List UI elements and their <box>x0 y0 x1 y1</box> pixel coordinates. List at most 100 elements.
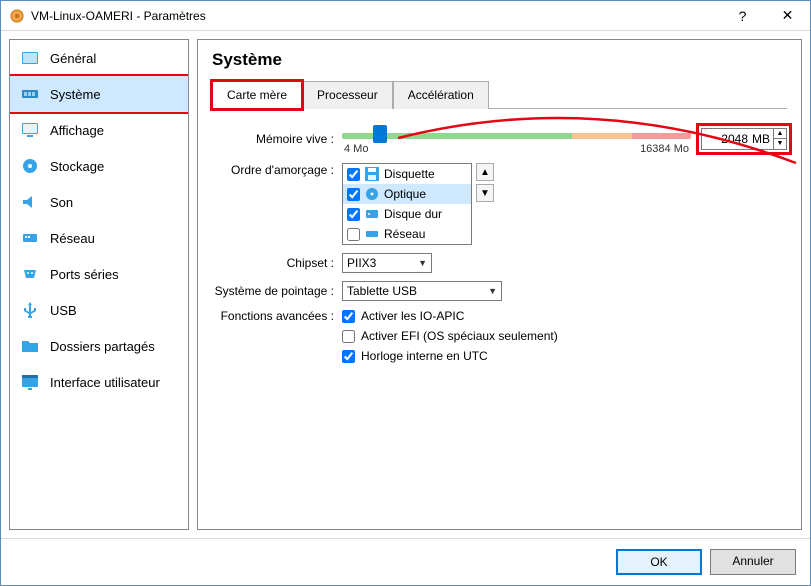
chevron-down-icon: ▼ <box>418 258 427 268</box>
boot-optical-checkbox[interactable] <box>347 188 360 201</box>
sidebar-item-audio[interactable]: Son <box>10 184 188 220</box>
network-small-icon <box>364 226 380 242</box>
boot-order-row: Ordre d'amorçage : Disquette Optique <box>212 163 787 245</box>
adv-efi-label: Activer EFI (OS spéciaux seulement) <box>361 329 558 343</box>
window-body: Général Système Affichage Stockage Son R <box>1 31 810 538</box>
sidebar-item-network[interactable]: Réseau <box>10 220 188 256</box>
titlebar: VM-Linux-OAMERI - Paramètres ? ✕ <box>1 1 810 31</box>
adv-ioapic-checkbox[interactable] <box>342 310 355 323</box>
boot-item-floppy[interactable]: Disquette <box>343 164 471 184</box>
sidebar-item-system[interactable]: Système <box>9 74 189 114</box>
advanced-row: Fonctions avancées : Activer les IO-APIC… <box>212 309 787 369</box>
boot-network-checkbox[interactable] <box>347 228 360 241</box>
boot-item-hdd[interactable]: Disque dur <box>343 204 471 224</box>
boot-item-label: Optique <box>384 187 426 201</box>
boot-move-down-button[interactable]: ▼ <box>476 184 494 202</box>
sidebar-item-usb[interactable]: USB <box>10 292 188 328</box>
dialog-footer: OK Annuler <box>1 538 810 585</box>
chipset-label: Chipset : <box>212 256 342 270</box>
chevron-down-icon: ▼ <box>488 286 497 296</box>
memory-max: 16384 Mo <box>640 143 689 155</box>
boot-item-optical[interactable]: Optique <box>343 184 471 204</box>
sidebar-item-general[interactable]: Général <box>10 40 188 76</box>
spin-down-button[interactable]: ▼ <box>774 139 786 149</box>
sidebar-item-storage[interactable]: Stockage <box>10 148 188 184</box>
app-icon <box>9 8 25 24</box>
sidebar-item-label: Son <box>50 195 73 210</box>
usb-icon <box>20 300 40 320</box>
tabs: Carte mère Processeur Accélération <box>212 80 787 109</box>
general-icon <box>20 48 40 68</box>
tab-acceleration[interactable]: Accélération <box>393 81 489 109</box>
memory-label: Mémoire vive : <box>212 132 342 146</box>
ok-button[interactable]: OK <box>616 549 702 575</box>
boot-item-label: Réseau <box>384 227 425 241</box>
tab-processor[interactable]: Processeur <box>302 81 393 109</box>
content-panel: Système Carte mère Processeur Accélérati… <box>197 39 802 530</box>
boot-label: Ordre d'amorçage : <box>212 163 342 177</box>
optical-icon <box>364 186 380 202</box>
adv-utc-checkbox[interactable] <box>342 350 355 363</box>
sidebar-item-label: Stockage <box>50 159 104 174</box>
chipset-row: Chipset : PIIX3 ▼ <box>212 253 787 273</box>
boot-item-label: Disque dur <box>384 207 442 221</box>
chipset-value: PIIX3 <box>347 256 376 270</box>
sidebar-item-serial[interactable]: Ports séries <box>10 256 188 292</box>
boot-hdd-checkbox[interactable] <box>347 208 360 221</box>
sidebar-item-shared[interactable]: Dossiers partagés <box>10 328 188 364</box>
memory-row: Mémoire vive : 4 Mo 16384 Mo <box>212 123 787 155</box>
sidebar-item-label: Général <box>50 51 96 66</box>
sidebar-item-display[interactable]: Affichage <box>10 112 188 148</box>
memory-slider[interactable]: 4 Mo 16384 Mo <box>342 123 691 155</box>
cancel-button[interactable]: Annuler <box>710 549 796 575</box>
adv-ioapic[interactable]: Activer les IO-APIC <box>342 309 787 323</box>
memory-unit: MB <box>750 132 773 146</box>
sidebar-item-label: Réseau <box>50 231 95 246</box>
spin-up-button[interactable]: ▲ <box>774 129 786 139</box>
sidebar-item-label: USB <box>50 303 77 318</box>
sidebar-item-label: Dossiers partagés <box>50 339 155 354</box>
system-icon <box>20 84 40 104</box>
boot-item-network[interactable]: Réseau <box>343 224 471 244</box>
floppy-icon <box>364 166 380 182</box>
boot-item-label: Disquette <box>384 167 435 181</box>
settings-window: VM-Linux-OAMERI - Paramètres ? ✕ Général… <box>0 0 811 586</box>
tab-motherboard[interactable]: Carte mère <box>212 81 302 109</box>
boot-move-up-button[interactable]: ▲ <box>476 163 494 181</box>
help-button[interactable]: ? <box>720 1 765 30</box>
titlebar-buttons: ? ✕ <box>720 1 810 30</box>
pointing-label: Système de pointage : <box>212 284 342 298</box>
sidebar-item-ui[interactable]: Interface utilisateur <box>10 364 188 400</box>
chipset-select[interactable]: PIIX3 ▼ <box>342 253 432 273</box>
memory-spinbox[interactable]: MB ▲ ▼ <box>701 128 787 150</box>
display-icon <box>20 120 40 140</box>
sidebar-item-label: Système <box>50 87 101 102</box>
adv-ioapic-label: Activer les IO-APIC <box>361 309 464 323</box>
sidebar-item-label: Interface utilisateur <box>50 375 160 390</box>
boot-order-list[interactable]: Disquette Optique Disque dur <box>342 163 472 245</box>
sidebar-item-label: Ports séries <box>50 267 119 282</box>
serial-icon <box>20 264 40 284</box>
network-icon <box>20 228 40 248</box>
boot-floppy-checkbox[interactable] <box>347 168 360 181</box>
adv-utc-label: Horloge interne en UTC <box>361 349 488 363</box>
sidebar: Général Système Affichage Stockage Son R <box>9 39 189 530</box>
window-title: VM-Linux-OAMERI - Paramètres <box>31 9 720 23</box>
folder-icon <box>20 336 40 356</box>
memory-value-input[interactable] <box>702 132 750 146</box>
sidebar-item-label: Affichage <box>50 123 104 138</box>
slider-thumb-icon[interactable] <box>373 125 387 143</box>
advanced-label: Fonctions avancées : <box>212 309 342 323</box>
pointing-select[interactable]: Tablette USB ▼ <box>342 281 502 301</box>
adv-utc[interactable]: Horloge interne en UTC <box>342 349 787 363</box>
storage-icon <box>20 156 40 176</box>
close-button[interactable]: ✕ <box>765 1 810 30</box>
adv-efi-checkbox[interactable] <box>342 330 355 343</box>
pointing-row: Système de pointage : Tablette USB ▼ <box>212 281 787 301</box>
ui-icon <box>20 372 40 392</box>
hdd-icon <box>364 206 380 222</box>
content-heading: Système <box>212 50 787 70</box>
adv-efi[interactable]: Activer EFI (OS spéciaux seulement) <box>342 329 787 343</box>
pointing-value: Tablette USB <box>347 284 417 298</box>
boot-reorder-buttons: ▲ ▼ <box>476 163 494 245</box>
